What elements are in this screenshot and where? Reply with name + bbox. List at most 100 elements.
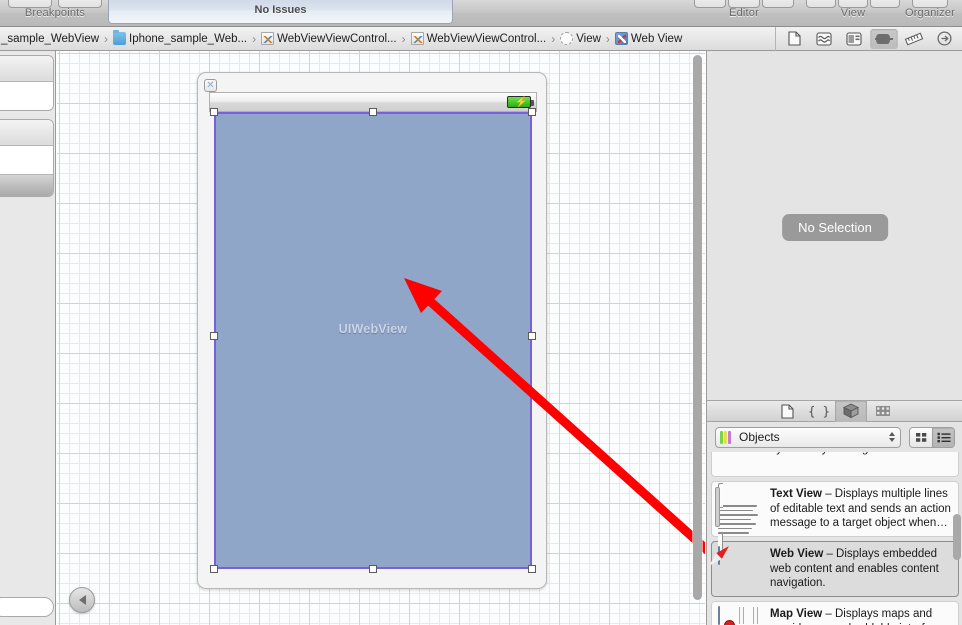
assistant-tuxedo-icon (816, 31, 832, 46)
file-template-library-tab[interactable] (771, 401, 803, 422)
xcode-window: Breakpoints No Issues Editor View Organi… (0, 0, 962, 625)
xib-file-icon (410, 32, 424, 45)
list-item-description: Text View – Displays multiple lines of e… (770, 487, 952, 531)
navigator-group-body (0, 146, 53, 174)
cube-icon (843, 403, 859, 419)
grid-view-button[interactable] (910, 427, 932, 447)
outline-shield-icon (875, 33, 893, 44)
main-toolbar: Breakpoints No Issues Editor View Organi… (0, 0, 962, 27)
grid-icon (915, 432, 926, 442)
navigator-group-selected-row[interactable] (0, 174, 53, 196)
view-label: View (840, 7, 866, 19)
canvas-vertical-scrollbar[interactable] (693, 55, 702, 600)
image-view-icon (718, 452, 762, 471)
breadcrumb-item-project[interactable]: _sample_WebView (0, 27, 100, 51)
breadcrumb-separator: › (605, 31, 610, 46)
film-strip-icon (876, 406, 890, 416)
navigator-filter-field[interactable] (0, 597, 54, 617)
list-item-desc-text: image, or an animation described by an a… (770, 452, 940, 455)
view-controller-canvas-frame[interactable]: ✕ ⚡ UIWebView (197, 72, 547, 589)
objects-icon (720, 430, 734, 444)
braces-icon: { } (809, 405, 829, 419)
close-icon[interactable]: ✕ (204, 79, 217, 92)
resize-handle-middle-right[interactable] (528, 332, 536, 340)
resize-handle-bottom-left[interactable] (210, 565, 218, 573)
resize-handle-top-right[interactable] (528, 108, 536, 116)
library-view-toggle (909, 426, 955, 448)
list-item-title: Text View (770, 488, 822, 500)
battery-icon: ⚡ (507, 96, 534, 108)
breadcrumb: _sample_WebView › Iphone_sample_Web... ›… (0, 27, 775, 51)
folder-icon (113, 30, 127, 45)
breadcrumb-label: Iphone_sample_Web... (129, 32, 248, 45)
list-item-title: Map View (770, 608, 823, 620)
navigator-area (0, 51, 56, 625)
resize-handle-middle-left[interactable] (210, 332, 218, 340)
arrow-right-circle-icon (936, 31, 952, 46)
list-item[interactable]: Map View – Displays maps and provides an… (711, 601, 959, 625)
version-editor-button[interactable] (840, 29, 868, 49)
chevron-updown-icon (889, 431, 895, 442)
map-view-icon (718, 606, 762, 625)
resize-handle-bottom-right[interactable] (528, 565, 536, 573)
library-tab-bar: { } (707, 400, 962, 422)
list-item[interactable]: image, or an animation described by an a… (711, 452, 959, 477)
web-view-icon (614, 32, 628, 45)
breadcrumb-label: Web View (630, 32, 683, 45)
xib-file-icon (261, 32, 275, 45)
navigator-group-2[interactable] (0, 119, 54, 197)
forward-button[interactable] (930, 29, 958, 49)
resize-handle-bottom-center[interactable] (369, 565, 377, 573)
navigator-group-body (0, 82, 53, 110)
breadcrumb-item-controller[interactable]: WebViewViewControl... (410, 27, 548, 51)
list-item-description: Map View – Displays maps and provides an… (770, 607, 952, 625)
collapse-canvas-button[interactable] (69, 587, 95, 613)
object-library-list[interactable]: image, or an animation described by an a… (707, 452, 962, 625)
library-category-label: Objects (739, 430, 780, 444)
view-placeholder-icon (560, 32, 574, 45)
show-document-outline-button[interactable] (870, 28, 898, 49)
object-library-tab[interactable] (835, 400, 867, 422)
interface-builder-canvas[interactable]: ✕ ⚡ UIWebView (57, 51, 705, 625)
breadcrumb-item-group[interactable]: Iphone_sample_Web... (112, 27, 248, 51)
breakpoints-label: Breakpoints (24, 7, 86, 19)
editor-label: Editor (729, 7, 759, 19)
web-view-icon (707, 542, 762, 591)
breadcrumb-label: WebViewViewControl... (426, 32, 547, 45)
list-view-button[interactable] (932, 427, 954, 447)
library-category-popup[interactable]: Objects (715, 426, 901, 448)
chevron-left-icon (78, 595, 86, 605)
breadcrumb-separator: › (401, 31, 406, 46)
uiwebview-object[interactable]: UIWebView (214, 112, 532, 569)
document-icon (780, 403, 794, 419)
jump-bar: _sample_WebView › Iphone_sample_Web... ›… (0, 26, 962, 51)
navigator-group-1[interactable] (0, 55, 54, 111)
status-text: No Issues (254, 4, 307, 16)
list-item-web-view[interactable]: Web View – Displays embedded web content… (707, 541, 959, 597)
media-library-tab[interactable] (867, 401, 899, 422)
version-editor-icon (846, 31, 862, 46)
breadcrumb-label: _sample_WebView (1, 32, 100, 45)
text-view-icon (718, 483, 762, 558)
ruler-button[interactable] (900, 29, 928, 49)
resize-handle-top-left[interactable] (210, 108, 218, 116)
breadcrumb-item-xib[interactable]: WebViewViewControl... (260, 27, 398, 51)
inspector-pane: No Selection (707, 51, 962, 400)
document-icon (787, 31, 801, 46)
code-snippet-library-tab[interactable]: { } (803, 401, 835, 422)
standard-editor-button[interactable] (780, 29, 808, 49)
library-vertical-scrollbar[interactable] (953, 514, 961, 560)
ruler-icon (904, 32, 924, 45)
list-item-title: Web View (770, 548, 824, 560)
editor-mode-buttons (775, 26, 962, 51)
resize-handle-top-center[interactable] (369, 108, 377, 116)
breadcrumb-item-view[interactable]: View (559, 27, 602, 51)
breadcrumb-separator: › (104, 31, 109, 46)
navigator-group-header (0, 120, 53, 146)
list-item[interactable]: Text View – Displays multiple lines of e… (711, 481, 959, 558)
breadcrumb-item-webview[interactable]: Web View (614, 27, 683, 51)
breadcrumb-separator: › (551, 31, 556, 46)
no-selection-badge: No Selection (782, 214, 888, 241)
navigator-group-header (0, 56, 53, 82)
assistant-editor-button[interactable] (810, 29, 838, 49)
